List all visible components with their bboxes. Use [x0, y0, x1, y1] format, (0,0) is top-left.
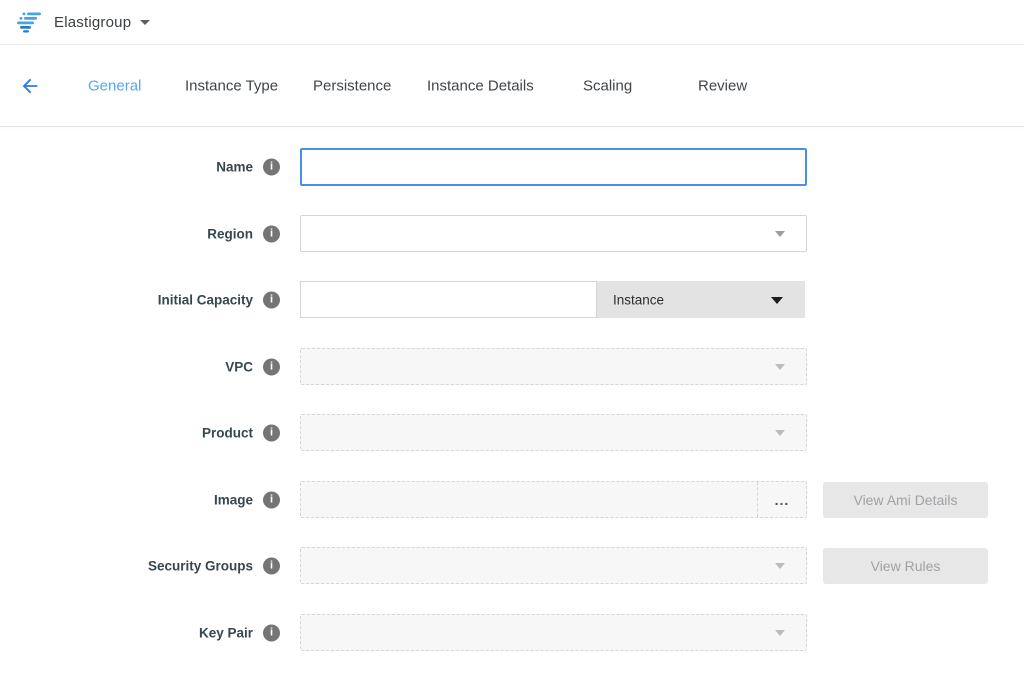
tab-general[interactable]: General — [88, 78, 141, 95]
back-arrow-icon[interactable] — [19, 75, 41, 97]
caret-down-icon — [775, 630, 785, 636]
app-title: Elastigroup — [54, 14, 131, 31]
form-row-name: Name — [0, 148, 1024, 186]
info-icon[interactable] — [263, 159, 280, 176]
caret-down-icon — [140, 20, 150, 25]
elastigroup-app-switcher[interactable]: Elastigroup — [17, 12, 150, 33]
elastigroup-logo-icon — [17, 12, 43, 33]
form-row-region: Region — [0, 215, 1024, 253]
info-icon[interactable] — [263, 226, 280, 243]
product-label: Product — [202, 426, 253, 441]
image-label: Image — [214, 493, 253, 508]
info-icon[interactable] — [263, 425, 280, 442]
region-select[interactable] — [300, 215, 807, 252]
info-icon[interactable] — [263, 359, 280, 376]
region-label: Region — [207, 227, 253, 242]
name-input[interactable] — [300, 148, 807, 186]
form-row-initial-capacity: Initial Capacity Instance — [0, 281, 1024, 319]
caret-down-icon — [771, 297, 783, 304]
key-pair-label: Key Pair — [199, 626, 253, 641]
capacity-unit-value: Instance — [613, 292, 664, 307]
vpc-label: VPC — [225, 360, 253, 375]
form-row-security-groups: Security Groups View Rules — [0, 547, 1024, 585]
view-ami-details-button[interactable]: View Ami Details — [823, 482, 988, 518]
image-input[interactable]: ... — [300, 481, 807, 518]
capacity-unit-select[interactable]: Instance — [597, 281, 805, 318]
wizard-tab-bar: General Instance Type Persistence Instan… — [0, 46, 1024, 127]
top-bar: Elastigroup — [0, 0, 1024, 45]
product-select[interactable] — [300, 414, 807, 451]
view-rules-button[interactable]: View Rules — [823, 548, 988, 584]
tab-instance-type[interactable]: Instance Type — [185, 78, 278, 95]
form-row-vpc: VPC — [0, 348, 1024, 386]
form-row-image: Image ... View Ami Details — [0, 481, 1024, 519]
tab-instance-details[interactable]: Instance Details — [427, 78, 534, 95]
initial-capacity-input[interactable] — [300, 281, 597, 318]
caret-down-icon — [775, 231, 785, 237]
tab-review[interactable]: Review — [698, 78, 747, 95]
info-icon[interactable] — [263, 625, 280, 642]
info-icon[interactable] — [263, 292, 280, 309]
security-groups-label: Security Groups — [148, 559, 253, 574]
browse-image-button[interactable]: ... — [757, 482, 806, 517]
tab-scaling[interactable]: Scaling — [583, 78, 632, 95]
initial-capacity-label: Initial Capacity — [158, 293, 253, 308]
caret-down-icon — [775, 430, 785, 436]
security-groups-select[interactable] — [300, 547, 807, 584]
vpc-select[interactable] — [300, 348, 807, 385]
info-icon[interactable] — [263, 558, 280, 575]
name-label: Name — [216, 160, 253, 175]
caret-down-icon — [775, 563, 785, 569]
caret-down-icon — [775, 364, 785, 370]
form-row-key-pair: Key Pair — [0, 614, 1024, 652]
form-row-product: Product — [0, 414, 1024, 452]
key-pair-select[interactable] — [300, 614, 807, 651]
info-icon[interactable] — [263, 492, 280, 509]
tab-persistence[interactable]: Persistence — [313, 78, 391, 95]
